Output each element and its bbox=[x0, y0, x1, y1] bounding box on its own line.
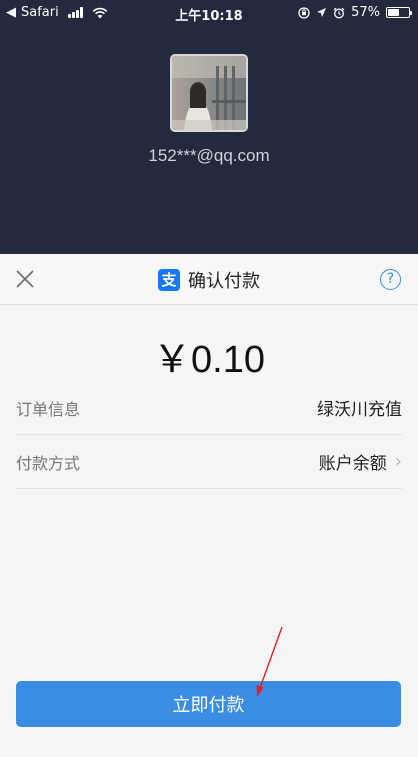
sheet-header: 支 确认付款 ? bbox=[0, 254, 418, 305]
payment-sheet: 支 确认付款 ? ￥0.10 订单信息 绿沃川充值 付款方式 账户余额 › 立即… bbox=[0, 254, 418, 757]
chevron-right-icon: › bbox=[394, 451, 402, 472]
battery-percent: 57% bbox=[351, 5, 380, 20]
order-info-label: 订单信息 bbox=[16, 399, 81, 419]
alarm-icon bbox=[333, 7, 345, 18]
account-header: 152***@qq.com bbox=[0, 26, 418, 254]
order-info-row: 订单信息 绿沃川充值 bbox=[16, 381, 402, 435]
payment-amount: ￥0.10 bbox=[153, 339, 265, 381]
avatar bbox=[170, 54, 248, 132]
battery-level bbox=[388, 9, 400, 16]
order-info-value: 绿沃川充值 bbox=[317, 400, 402, 420]
battery-icon bbox=[386, 7, 412, 18]
help-icon[interactable]: ? bbox=[380, 269, 401, 290]
location-icon bbox=[317, 8, 327, 17]
payment-method-value: 账户余额 bbox=[318, 454, 387, 474]
payment-method-label: 付款方式 bbox=[16, 453, 81, 473]
orientation-lock-icon bbox=[298, 6, 310, 19]
account-email: 152***@qq.com bbox=[148, 146, 270, 165]
alipay-logo-icon: 支 bbox=[158, 269, 180, 291]
status-bar: ◀ Safari 上午10:18 57% bbox=[0, 0, 418, 26]
sheet-title: 确认付款 bbox=[188, 271, 260, 292]
pay-now-button[interactable]: 立即付款 bbox=[16, 681, 401, 727]
payment-method-row[interactable]: 付款方式 账户余额 › bbox=[16, 435, 402, 489]
